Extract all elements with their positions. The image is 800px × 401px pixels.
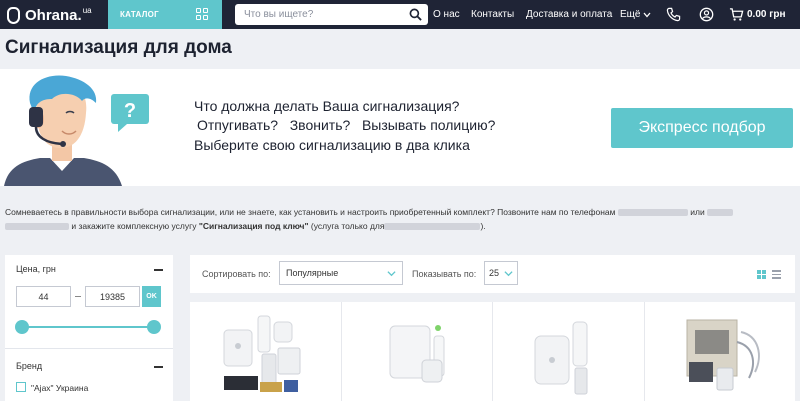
nav-about[interactable]: О нас — [433, 0, 460, 29]
search-box — [235, 4, 428, 25]
alarm-kit-image — [534, 321, 588, 395]
per-page-value: 25 — [489, 268, 500, 278]
bubble-question-mark: ? — [124, 100, 136, 122]
info-part-5: ). — [480, 221, 486, 231]
logo-suffix: ua — [82, 5, 92, 15]
page-title: Сигнализация для дома — [5, 37, 232, 58]
sort-select-value: Популярные — [286, 268, 339, 278]
search-input[interactable] — [235, 4, 395, 25]
brand-ajax-label[interactable]: "Ajax" Украина — [31, 383, 88, 393]
grid-view-icon[interactable] — [757, 270, 766, 279]
collapse-brand-icon[interactable] — [154, 366, 163, 368]
catalog-button[interactable]: КАТАЛОГ — [108, 0, 222, 29]
sort-label: Сортировать по: — [202, 269, 271, 279]
info-part-2: или — [690, 207, 705, 217]
alarm-kit-image — [223, 315, 301, 392]
info-part-1: Сомневаетесь в правильности выбора сигна… — [5, 207, 616, 217]
range-separator — [75, 296, 81, 297]
per-page-label: Показывать по: — [412, 269, 477, 279]
logo-text: Ohrana. — [25, 6, 82, 24]
express-selection-button[interactable]: Экспресс подбор — [611, 108, 793, 148]
site-logo[interactable]: Ohrana. ua — [7, 5, 92, 25]
question-bubble-icon: ? — [111, 94, 149, 132]
filter-divider — [5, 348, 173, 349]
hidden-phone-1 — [617, 209, 688, 217]
brand-ajax-checkbox[interactable] — [16, 382, 26, 392]
nav-about-link[interactable]: О нас — [433, 9, 460, 20]
banner-line-1: Что должна делать Ваша сигнализация? — [194, 98, 460, 114]
grid-icon — [196, 8, 208, 20]
nav-delivery[interactable]: Доставка и оплата — [526, 0, 612, 29]
price-max-input[interactable] — [85, 286, 140, 307]
chevron-down-icon — [643, 12, 651, 17]
sort-select[interactable]: Популярные — [279, 261, 403, 285]
product-grid — [190, 302, 795, 401]
list-view-icon[interactable] — [772, 270, 781, 279]
info-part-3: и закажите комплексную услугу — [71, 221, 197, 231]
product-card[interactable] — [493, 302, 644, 401]
chevron-down-icon — [387, 271, 396, 277]
service-name: "Сигнализация под ключ" — [198, 221, 309, 231]
per-page-select[interactable]: 25 — [484, 261, 518, 285]
hidden-phone-2b — [5, 223, 69, 231]
price-min-input[interactable] — [16, 286, 71, 307]
cart-total[interactable]: 0.00 грн — [747, 0, 786, 29]
hidden-phone-2 — [707, 209, 734, 217]
nav-contacts[interactable]: Контакты — [471, 0, 514, 29]
search-icon[interactable] — [409, 8, 422, 21]
account-icon[interactable] — [699, 7, 714, 22]
catalog-label: КАТАЛОГ — [120, 10, 159, 19]
price-slider-track[interactable] — [22, 326, 154, 328]
nav-more-link[interactable]: Ещё — [620, 9, 640, 20]
info-part-4: (услуга только для — [310, 221, 385, 231]
price-slider-max-handle[interactable] — [147, 320, 161, 334]
alarm-box-image — [686, 319, 760, 391]
product-card[interactable] — [341, 302, 492, 401]
price-apply-button[interactable]: OK — [142, 286, 161, 307]
banner-line-2: Отпугивать? Звонить? Вызывать полицию? — [197, 117, 496, 133]
price-filter-title[interactable]: Цена, грн — [16, 264, 56, 274]
price-slider-min-handle[interactable] — [15, 320, 29, 334]
product-card[interactable] — [190, 302, 341, 401]
cart-icon[interactable] — [729, 7, 744, 22]
shield-logo-icon — [7, 6, 20, 24]
brand-filter-title[interactable]: Бренд — [16, 361, 42, 371]
service-info-text: Сомневаетесь в правильности выбора сигна… — [5, 205, 795, 233]
alarm-kit-image — [389, 325, 444, 383]
banner-line-3: Выберите свою сигнализацию в два клика — [194, 137, 470, 153]
nav-more[interactable]: Ещё — [620, 0, 651, 29]
hidden-city — [384, 223, 481, 231]
chevron-down-icon — [504, 271, 513, 277]
phone-icon[interactable] — [666, 7, 681, 22]
nav-delivery-link[interactable]: Доставка и оплата — [526, 9, 612, 20]
product-card[interactable] — [644, 302, 795, 401]
collapse-price-icon[interactable] — [154, 269, 163, 271]
nav-contacts-link[interactable]: Контакты — [471, 9, 514, 20]
